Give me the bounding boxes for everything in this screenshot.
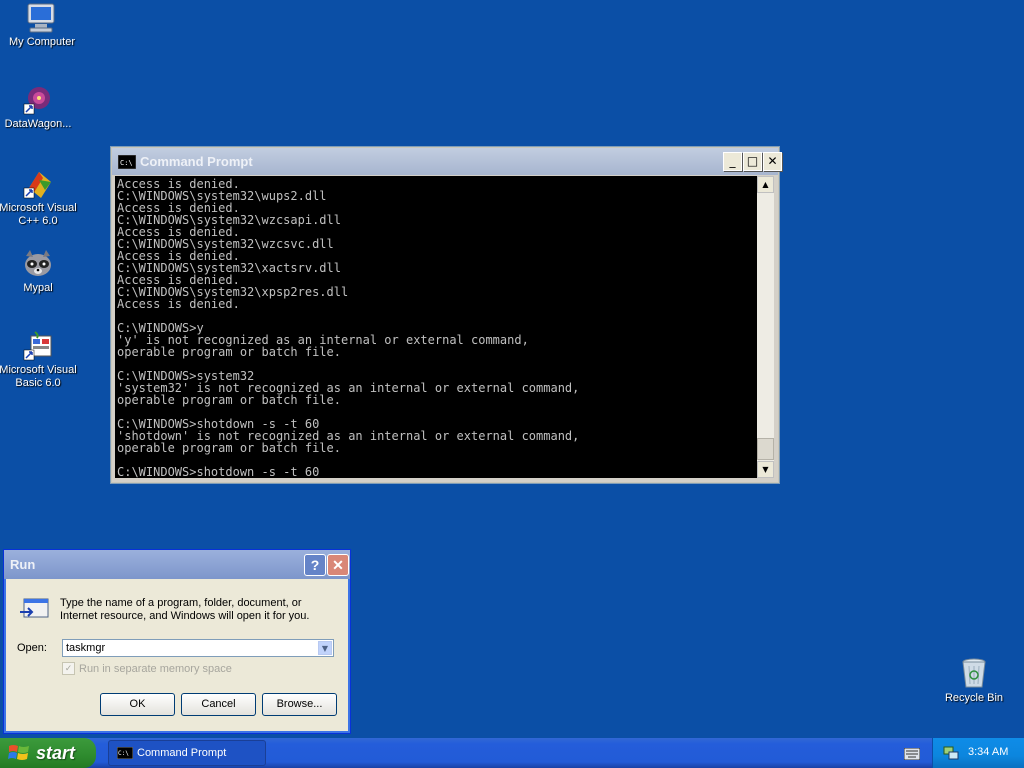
- taskbar-item-label: Command Prompt: [137, 747, 227, 759]
- open-input-value[interactable]: taskmgr: [66, 642, 105, 654]
- maximize-button[interactable]: □: [743, 152, 762, 171]
- browse-button[interactable]: Browse...: [262, 693, 337, 716]
- vertical-scrollbar[interactable]: ▲ ▼: [757, 176, 774, 478]
- taskbar-item-command-prompt[interactable]: C:\ Command Prompt: [108, 740, 266, 766]
- visual-cpp-icon: [23, 172, 51, 199]
- desktop-icon-visual-basic[interactable]: Microsoft Visual Basic 6.0: [0, 330, 80, 390]
- desktop-icon-recycle-bin[interactable]: Recycle Bin: [932, 656, 1016, 705]
- desktop-icon-label: My Computer: [8, 36, 76, 48]
- desktop-icon-label: Microsoft Visual Basic 6.0: [0, 364, 77, 389]
- taskbar: start C:\ Command Prompt 3:34 AM: [0, 738, 1024, 768]
- cancel-button[interactable]: Cancel: [181, 693, 256, 716]
- console-output-area[interactable]: Access is denied. C:\WINDOWS\system32\wu…: [115, 176, 757, 478]
- desktop-icon-label: Recycle Bin: [944, 692, 1004, 704]
- system-tray: 3:34 AM: [932, 738, 1024, 768]
- network-icon[interactable]: [943, 745, 959, 761]
- run-dialog-titlebar[interactable]: Run ? ✕: [4, 550, 350, 579]
- datawagon-icon: [23, 87, 50, 115]
- console-icon: C:\: [117, 747, 133, 759]
- console-icon: C:\: [118, 154, 136, 169]
- scroll-thumb[interactable]: [757, 438, 774, 460]
- ok-button[interactable]: OK: [100, 693, 175, 716]
- desktop-icon-my-computer[interactable]: My Computer: [0, 2, 84, 49]
- computer-icon: [27, 3, 55, 33]
- raccoon-icon: [25, 250, 51, 276]
- scroll-down-arrow-icon[interactable]: ▼: [757, 461, 774, 478]
- command-prompt-window[interactable]: C:\ Command Prompt _ □ ✕ Access is denie…: [110, 146, 782, 484]
- start-button[interactable]: start: [0, 738, 96, 768]
- window-title: Command Prompt: [140, 154, 253, 169]
- recycle-bin-icon: [962, 658, 986, 688]
- open-combobox[interactable]: taskmgr ▼: [62, 639, 334, 657]
- visual-basic-icon: [23, 331, 52, 361]
- scroll-up-arrow-icon[interactable]: ▲: [757, 176, 774, 193]
- desktop-icon-visual-cpp[interactable]: Microsoft Visual C++ 6.0: [0, 168, 80, 228]
- run-program-icon: [20, 598, 49, 618]
- chevron-down-icon[interactable]: ▼: [318, 641, 332, 655]
- clock[interactable]: 3:34 AM: [968, 746, 1008, 758]
- help-button[interactable]: ?: [304, 554, 326, 576]
- open-label: Open:: [17, 642, 47, 654]
- run-dialog[interactable]: Run ? ✕ Type the name of a program, fold…: [3, 549, 351, 734]
- desktop-icon-label: Mypal: [23, 282, 53, 294]
- desktop-icon-datawagon[interactable]: DataWagon...: [0, 84, 80, 131]
- dialog-description: Type the name of a program, folder, docu…: [60, 597, 310, 622]
- desktop-icon-mypal[interactable]: Mypal: [0, 248, 80, 295]
- start-label: start: [36, 742, 76, 763]
- windows-logo-icon: [8, 745, 29, 760]
- svg-text:C:\: C:\: [120, 159, 133, 167]
- dialog-title: Run: [10, 557, 36, 572]
- command-prompt-titlebar[interactable]: C:\ Command Prompt _ □ ✕: [112, 148, 782, 175]
- separate-memory-checkbox-row: ✓ Run in separate memory space: [62, 662, 232, 675]
- desktop-icon-label: Microsoft Visual C++ 6.0: [0, 202, 77, 227]
- keyboard-icon[interactable]: [904, 748, 920, 760]
- close-button[interactable]: ✕: [327, 554, 349, 576]
- desktop-icon-label: DataWagon...: [4, 118, 72, 130]
- minimize-button[interactable]: _: [723, 152, 742, 171]
- console-output: Access is denied. C:\WINDOWS\system32\wu…: [117, 177, 580, 478]
- svg-text:C:\: C:\: [118, 750, 129, 757]
- close-button[interactable]: ✕: [763, 152, 782, 171]
- checkmark-icon: ✓: [62, 662, 75, 675]
- checkbox-label: Run in separate memory space: [79, 662, 232, 675]
